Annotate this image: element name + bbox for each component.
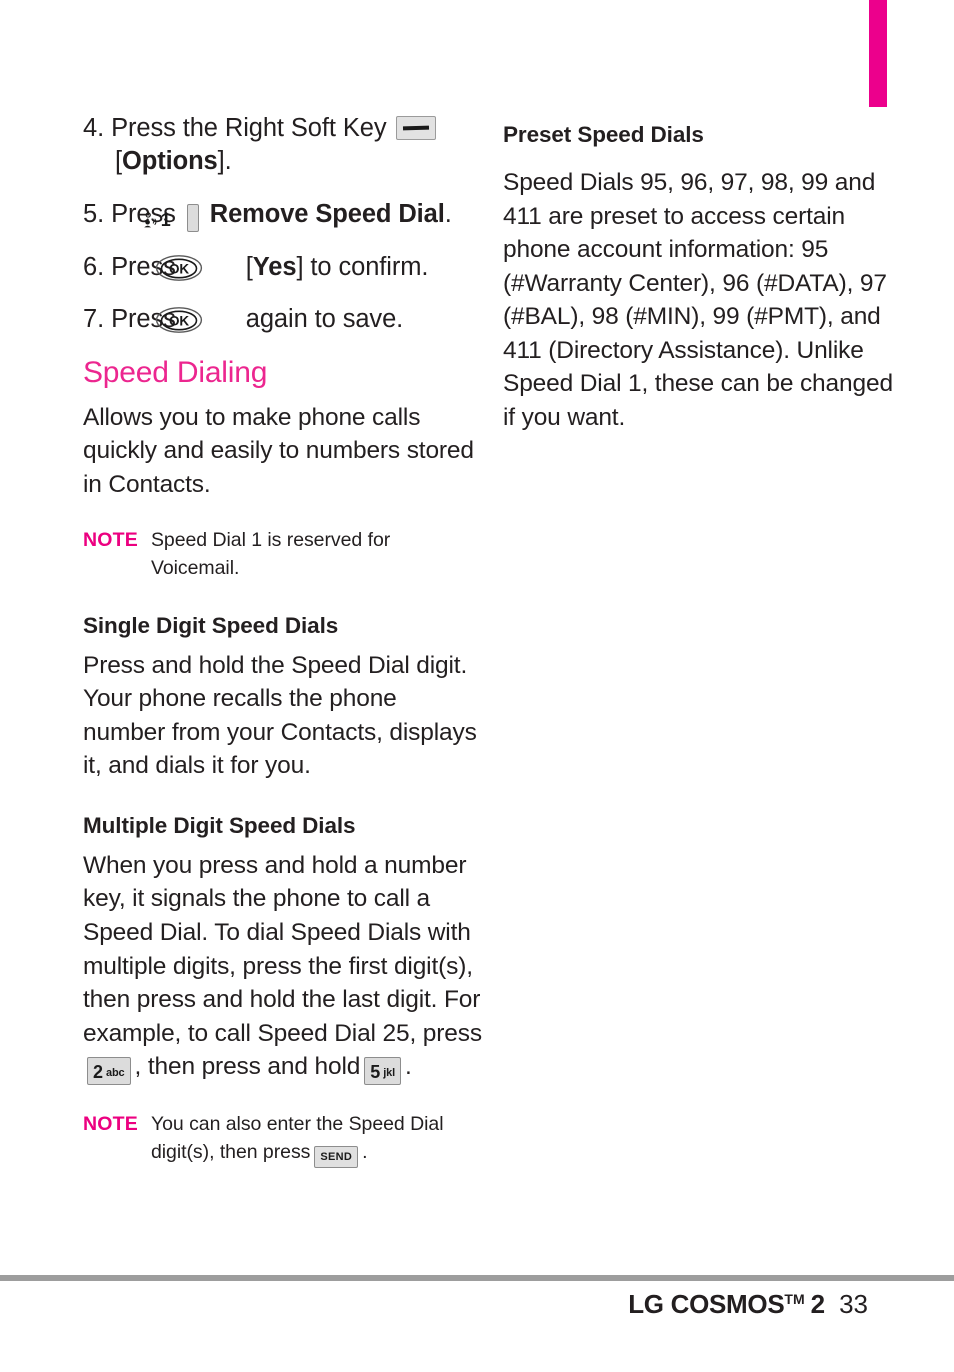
paragraph-preset-speed-dials: Speed Dials 95, 96, 97, 98, 99 and 411 a… (503, 169, 893, 431)
note-send-text-before: You can also enter the Speed Dial digit(… (150, 1113, 444, 1163)
keypad-key-5-digit: 5 (370, 1062, 381, 1083)
footer-brand: LG COSMOS (628, 1289, 785, 1319)
note-text: You can also enter the Speed Dial digit(… (151, 1111, 483, 1168)
keypad-key-5-letters: jkl (383, 1067, 396, 1080)
step-4-number: 4. (83, 114, 105, 142)
subheading-preset-speed-dials: Preset Speed Dials (503, 122, 704, 147)
step-5-menu-label: Remove Speed Dial (209, 199, 445, 228)
step-7: 7. Press OK again to save. (83, 303, 483, 336)
step-4-text-end: ]. (217, 147, 232, 176)
step-4-text-before: Press the Right Soft Key (111, 114, 387, 142)
step-6-bracket-open: [ (245, 252, 253, 281)
footer-model: 2 (810, 1289, 826, 1319)
keypad-key-2-letters: abc (106, 1067, 125, 1080)
paragraph-multiple-digit-speed-dials: When you press and hold a number key, it… (83, 849, 483, 1086)
note-label: NOTE (83, 529, 138, 552)
keypad-key-2-digit: 2 (93, 1062, 104, 1083)
trademark-icon: TM (784, 1291, 805, 1307)
svg-text:OK: OK (169, 261, 189, 276)
step-7-text-end: again to save. (245, 305, 404, 334)
footer: LG COSMOS TM 2 33 (628, 1289, 868, 1320)
keypad-key-2-icon: 2 abc (87, 1057, 131, 1086)
subheading-multiple-digit-speed-dials: Multiple Digit Speed Dials (83, 812, 356, 838)
manual-page: 4. Press the Right Soft Key [Options]. 5… (0, 0, 954, 1372)
subheading-single-digit-speed-dials: Single Digit Speed Dials (83, 612, 339, 638)
ok-key-icon: OK (155, 254, 235, 282)
paragraph-multiple-part3: . (405, 1053, 412, 1081)
step-7-number: 7. (83, 305, 105, 334)
right-column: Preset Speed Dials Speed Dials 95, 96, 9… (503, 112, 893, 441)
step-5: 5. Press 1 Remove Speed Dial. (83, 198, 483, 232)
note-text: Speed Dial 1 is reserved for Voicemail. (150, 529, 391, 579)
step-4-bracket-open: [ (115, 147, 122, 176)
footer-divider (0, 1275, 954, 1281)
ok-key-icon: OK (155, 306, 235, 334)
note-send-key: NOTE You can also enter the Speed Dial d… (83, 1111, 483, 1168)
voicemail-icon (143, 208, 189, 228)
send-key-icon: SEND (314, 1145, 359, 1168)
section-tab-marker (869, 0, 887, 107)
right-soft-key-icon (396, 116, 437, 140)
svg-text:OK: OK (169, 314, 189, 329)
section-heading-speed-dialing: Speed Dialing (83, 355, 268, 389)
note-voicemail-reserved: NOTE Speed Dial 1 is reserved for Voicem… (83, 527, 483, 582)
step-4-option-label: Options (122, 147, 218, 176)
speed-dialing-intro-paragraph: Allows you to make phone calls quickly a… (83, 403, 474, 498)
note-send-text-after: . (362, 1140, 368, 1163)
step-6-text-end: ] to confirm. (296, 252, 429, 281)
step-6-option-label: Yes (252, 252, 297, 281)
step-6: 6. Press OK [Yes] to confirm. (83, 251, 483, 284)
keypad-key-5-icon: 5 jkl (364, 1057, 402, 1086)
step-6-number: 6. (83, 252, 105, 281)
keypad-key-1-voicemail-icon: 1 (143, 203, 199, 232)
paragraph-single-digit-speed-dials: Press and hold the Speed Dial digit. You… (83, 651, 477, 780)
keypad-key-1-digit: 1 (160, 209, 171, 230)
step-5-text-end: . (444, 199, 452, 228)
footer-page-number: 33 (839, 1289, 868, 1319)
left-column: 4. Press the Right Soft Key [Options]. 5… (83, 112, 483, 1176)
note-label: NOTE (83, 1113, 138, 1136)
step-5-number: 5. (83, 199, 105, 228)
step-4: 4. Press the Right Soft Key [Options]. (83, 112, 483, 179)
paragraph-multiple-part2: , then press and hold (134, 1053, 361, 1081)
paragraph-multiple-part1: When you press and hold a number key, it… (83, 851, 482, 1047)
